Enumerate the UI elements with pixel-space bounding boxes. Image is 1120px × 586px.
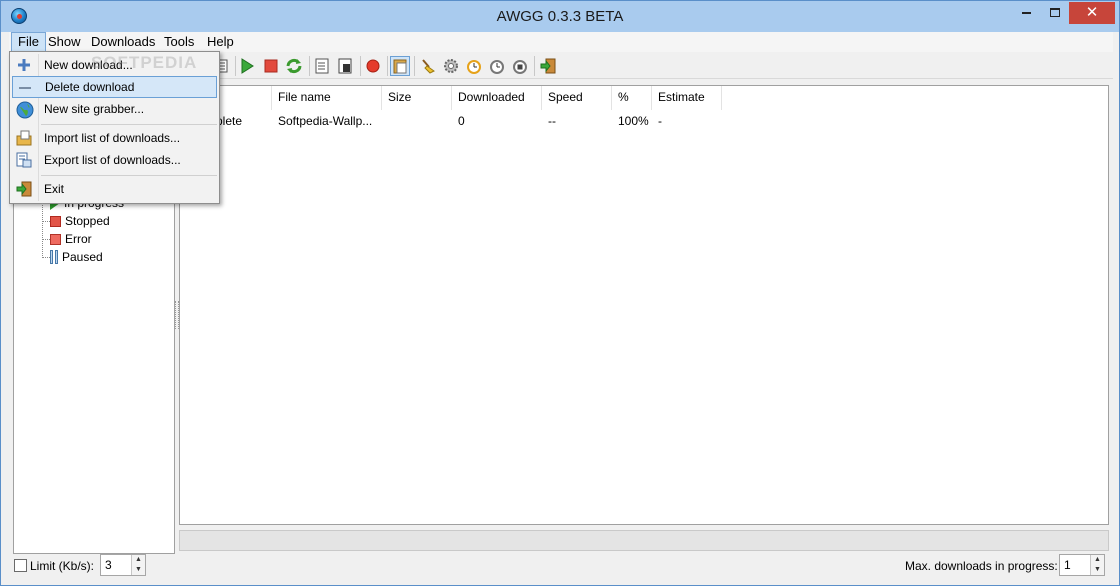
plus-icon bbox=[16, 57, 32, 73]
file-menu-dropdown: New download... Delete download New site… bbox=[9, 51, 220, 204]
pause-icon bbox=[50, 250, 58, 264]
menu-downloads[interactable]: Downloads bbox=[85, 32, 161, 52]
menu-item-exit[interactable]: Exit bbox=[12, 178, 217, 200]
tree-item-error[interactable]: Error bbox=[50, 230, 92, 248]
toolbar-separator bbox=[309, 56, 310, 76]
tree-connector bbox=[42, 196, 43, 258]
error-icon bbox=[50, 233, 61, 245]
max-downloads-label: Max. downloads in progress: bbox=[905, 559, 1058, 573]
cell-file-name: Softpedia-Wallp... bbox=[278, 114, 373, 128]
tree-connector bbox=[43, 257, 50, 258]
menu-tools[interactable]: Tools bbox=[158, 32, 200, 52]
progress-bar bbox=[179, 530, 1109, 551]
window-title: AWGG 0.3.3 BETA bbox=[496, 8, 624, 25]
menu-item-label: New site grabber... bbox=[44, 102, 145, 116]
tree-item-label: Stopped bbox=[65, 214, 110, 228]
spinner-up-icon[interactable]: ▲ bbox=[1091, 555, 1104, 565]
import-icon bbox=[16, 130, 32, 146]
max-downloads-spinner[interactable]: 1 ▲ ▼ bbox=[1059, 554, 1105, 576]
limit-spinner[interactable]: 3 ▲ ▼ bbox=[100, 554, 146, 576]
minimize-icon bbox=[1022, 12, 1031, 14]
column-downloaded[interactable]: Downloaded bbox=[452, 86, 542, 110]
tree-item-label: Error bbox=[65, 232, 92, 246]
menu-item-export-list[interactable]: Export list of downloads... bbox=[12, 149, 217, 171]
exit-icon[interactable] bbox=[538, 56, 558, 76]
toolbar-separator bbox=[360, 56, 361, 76]
column-file-name[interactable]: File name bbox=[272, 86, 382, 110]
app-window: AWGG 0.3.3 BETA ✕ File Show Downloads To… bbox=[0, 0, 1120, 586]
column-estimate[interactable]: Estimate bbox=[652, 86, 722, 110]
status-bar: Limit (Kb/s): 3 ▲ ▼ Max. downloads in pro… bbox=[9, 553, 1113, 579]
spinner-down-icon[interactable]: ▼ bbox=[132, 565, 145, 575]
cell-estimate: - bbox=[658, 114, 662, 128]
scheduler-icon[interactable] bbox=[487, 56, 507, 76]
clean-icon[interactable] bbox=[418, 56, 438, 76]
properties-icon[interactable] bbox=[312, 56, 332, 76]
scheduler-stop-icon[interactable] bbox=[510, 56, 530, 76]
column-size[interactable]: Size bbox=[382, 86, 452, 110]
open-folder-icon[interactable] bbox=[335, 56, 355, 76]
tree-item-label: Paused bbox=[62, 250, 103, 264]
maximize-icon bbox=[1049, 8, 1060, 17]
close-icon: ✕ bbox=[1085, 4, 1099, 21]
menu-separator bbox=[41, 175, 217, 176]
minus-icon bbox=[17, 80, 33, 96]
menu-item-label: Export list of downloads... bbox=[44, 153, 181, 167]
watermark: SOFTPEDIA bbox=[91, 53, 198, 72]
record-icon[interactable] bbox=[363, 56, 383, 76]
menu-separator bbox=[41, 124, 217, 125]
globe-icon bbox=[16, 101, 34, 119]
stop-icon[interactable] bbox=[261, 56, 281, 76]
menu-item-delete-download[interactable]: Delete download bbox=[12, 76, 217, 98]
stop-icon bbox=[50, 215, 61, 227]
menu-item-import-list[interactable]: Import list of downloads... bbox=[12, 127, 217, 149]
limit-value: 3 bbox=[105, 558, 112, 572]
close-button[interactable]: ✕ bbox=[1069, 2, 1115, 24]
menu-show[interactable]: Show bbox=[42, 32, 87, 52]
tree-connector bbox=[43, 221, 50, 222]
limit-checkbox[interactable] bbox=[14, 559, 27, 572]
tree-item-paused[interactable]: Paused bbox=[50, 248, 103, 266]
clipboard-icon[interactable] bbox=[390, 56, 410, 76]
maximize-button[interactable] bbox=[1041, 2, 1068, 24]
title-bar: AWGG 0.3.3 BETA ✕ bbox=[1, 1, 1119, 32]
menu-help[interactable]: Help bbox=[201, 32, 240, 52]
spinner-down-icon[interactable]: ▼ bbox=[1091, 565, 1104, 575]
menu-bar: File Show Downloads Tools Help bbox=[9, 32, 1113, 52]
column-percent[interactable]: % bbox=[612, 86, 652, 110]
toolbar-separator bbox=[387, 56, 388, 76]
cell-percent: 100% bbox=[618, 114, 649, 128]
minimize-button[interactable] bbox=[1013, 2, 1040, 24]
list-header: File name Size Downloaded Speed % Estima… bbox=[180, 86, 1108, 110]
export-icon bbox=[16, 152, 32, 168]
limit-label: Limit (Kb/s): bbox=[30, 559, 95, 573]
settings-icon[interactable] bbox=[441, 56, 461, 76]
menu-item-new-site-grabber[interactable]: New site grabber... bbox=[12, 98, 217, 120]
tree-item-stopped[interactable]: Stopped bbox=[50, 212, 110, 230]
downloads-list: File name Size Downloaded Speed % Estima… bbox=[179, 85, 1109, 525]
toolbar-separator bbox=[414, 56, 415, 76]
cell-size bbox=[382, 112, 388, 130]
toolbar-separator bbox=[534, 56, 535, 76]
column-speed[interactable]: Speed bbox=[542, 86, 612, 110]
tree-connector bbox=[43, 239, 50, 240]
start-icon[interactable] bbox=[237, 56, 257, 76]
menu-file[interactable]: File bbox=[11, 32, 46, 52]
exit-icon bbox=[16, 181, 32, 197]
scheduler-start-icon[interactable] bbox=[464, 56, 484, 76]
menu-item-label: Exit bbox=[44, 182, 65, 196]
menu-item-label: Delete download bbox=[45, 80, 135, 94]
cell-speed: -- bbox=[548, 114, 556, 128]
cell-downloaded: 0 bbox=[458, 114, 465, 128]
restart-icon[interactable] bbox=[284, 56, 304, 76]
spinner-up-icon[interactable]: ▲ bbox=[132, 555, 145, 565]
max-downloads-value: 1 bbox=[1064, 558, 1071, 572]
menu-item-label: Import list of downloads... bbox=[44, 131, 181, 145]
toolbar-separator bbox=[235, 56, 236, 76]
